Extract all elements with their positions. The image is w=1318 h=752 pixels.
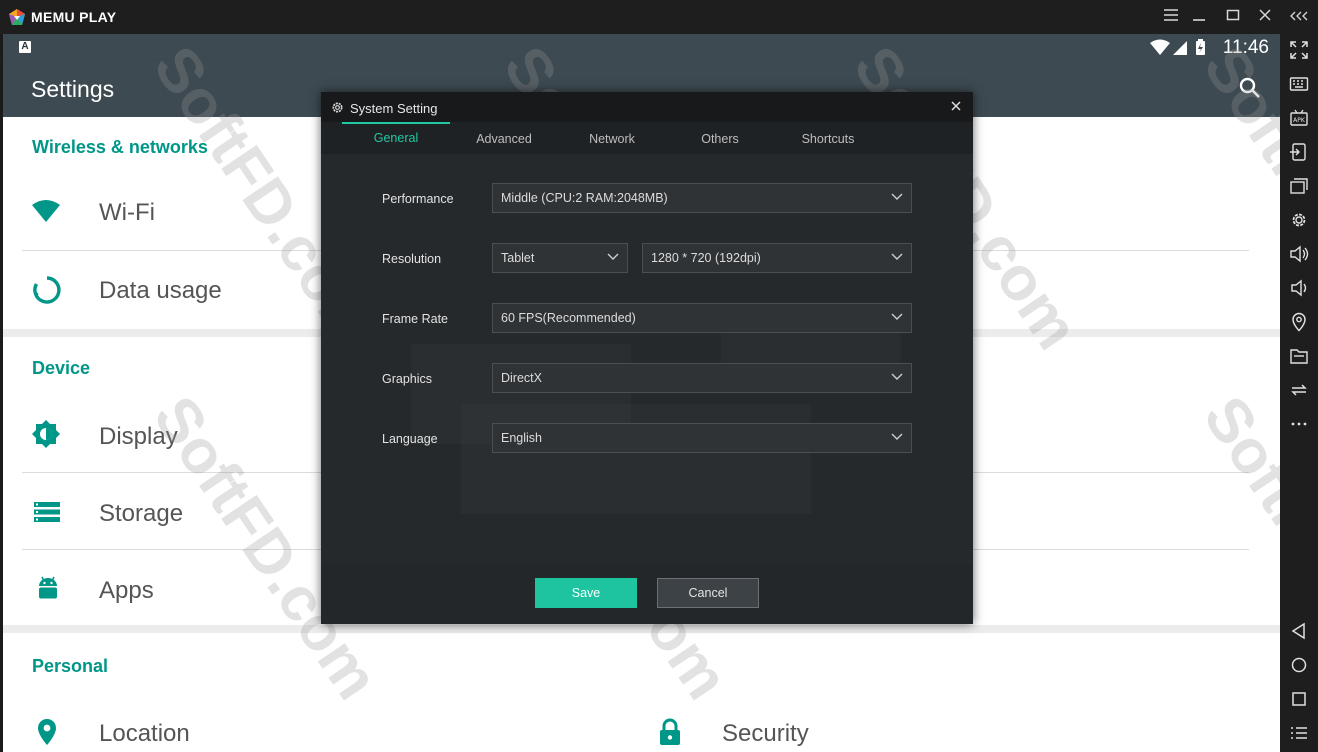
memu-emulator-window: MEMU PLAY A 11:46 Settings Wireless & ne… xyxy=(0,0,1318,752)
tab-network[interactable]: Network xyxy=(558,132,666,146)
wifi-icon xyxy=(32,200,60,222)
tab-advanced[interactable]: Advanced xyxy=(450,132,558,146)
dialog-title: System Setting xyxy=(350,101,438,116)
tab-others[interactable]: Others xyxy=(666,132,774,146)
storage-icon xyxy=(34,502,60,522)
settings-item-location[interactable]: Location xyxy=(99,720,190,748)
shared-folder-icon[interactable] xyxy=(1289,346,1309,366)
section-title-personal: Personal xyxy=(32,656,109,676)
frame-rate-label: Frame Rate xyxy=(382,312,448,326)
volume-down-icon[interactable] xyxy=(1289,278,1309,298)
section-title-wireless: Wireless & networks xyxy=(32,137,208,157)
svg-text:APK: APK xyxy=(1293,117,1306,124)
emulator-side-toolbar: APK xyxy=(1280,34,1318,752)
settings-item-display[interactable]: Display xyxy=(99,423,178,451)
settings-item-storage[interactable]: Storage xyxy=(99,500,183,528)
emulator-title-bar: MEMU PLAY xyxy=(0,0,1318,34)
chevron-down-icon xyxy=(891,253,903,260)
dialog-gear-icon xyxy=(332,102,343,113)
location-icon xyxy=(38,719,56,745)
graphics-select[interactable]: DirectX xyxy=(492,363,912,393)
multi-instance-icon[interactable] xyxy=(1289,176,1309,196)
resolution-select[interactable]: 1280 * 720 (192dpi) xyxy=(642,243,912,273)
collapse-icon[interactable] xyxy=(1289,6,1309,28)
close-icon[interactable] xyxy=(1255,6,1275,28)
lock-icon xyxy=(660,718,680,745)
language-label: Language xyxy=(382,432,438,446)
frame-rate-select[interactable]: 60 FPS(Recommended) xyxy=(492,303,912,333)
screen-record-icon[interactable] xyxy=(1289,142,1309,162)
performance-value: Middle (CPU:2 RAM:2048MB) xyxy=(501,191,668,205)
tab-general[interactable]: General xyxy=(342,131,450,145)
chevron-down-icon xyxy=(891,373,903,380)
resolution-value: 1280 * 720 (192dpi) xyxy=(651,251,761,265)
cancel-button[interactable]: Cancel xyxy=(657,578,759,608)
settings-item-data-usage[interactable]: Data usage xyxy=(99,277,222,305)
maximize-icon[interactable] xyxy=(1223,6,1243,28)
memu-logo-icon xyxy=(9,9,25,25)
brand-name: MEMU PLAY xyxy=(31,9,117,25)
android-apps-icon xyxy=(39,576,57,599)
settings-item-apps[interactable]: Apps xyxy=(99,577,154,605)
resolution-label: Resolution xyxy=(382,252,442,266)
android-home-icon[interactable] xyxy=(1289,655,1309,675)
dialog-footer: Save Cancel xyxy=(321,564,973,624)
location-pin-icon[interactable] xyxy=(1289,312,1309,332)
display-icon xyxy=(32,420,60,448)
menu-icon[interactable] xyxy=(1161,6,1181,28)
settings-item-wifi[interactable]: Wi-Fi xyxy=(99,199,155,227)
graphics-label: Graphics xyxy=(382,372,433,386)
android-back-icon[interactable] xyxy=(1289,621,1309,641)
language-select[interactable]: English xyxy=(492,423,912,453)
save-button[interactable]: Save xyxy=(535,578,637,608)
status-clock: 11:46 xyxy=(1222,37,1269,58)
apk-install-icon[interactable]: APK xyxy=(1289,108,1309,128)
volume-up-icon[interactable] xyxy=(1289,244,1309,264)
personal-card: Personal Location Security xyxy=(3,633,1280,752)
settings-item-security[interactable]: Security xyxy=(722,720,809,748)
chevron-down-icon xyxy=(891,193,903,200)
search-icon[interactable] xyxy=(1238,76,1262,100)
background-pattern xyxy=(461,404,811,514)
rotate-sync-icon[interactable] xyxy=(1289,380,1309,400)
notification-a-icon: A xyxy=(19,41,31,53)
active-tab-indicator xyxy=(342,122,450,124)
dialog-header: System Setting xyxy=(321,92,973,122)
minimize-icon[interactable] xyxy=(1189,6,1209,28)
system-setting-dialog: System Setting General Advanced Network … xyxy=(321,92,973,624)
keyboard-mapping-icon[interactable] xyxy=(1289,74,1309,94)
fullscreen-icon[interactable] xyxy=(1289,40,1309,60)
dialog-tabs: General Advanced Network Others Shortcut… xyxy=(321,122,973,154)
android-status-bar: A 11:46 xyxy=(3,34,1280,60)
chevron-down-icon xyxy=(891,433,903,440)
tab-shortcuts[interactable]: Shortcuts xyxy=(774,132,882,146)
more-options-icon[interactable] xyxy=(1289,414,1309,434)
app-list-icon[interactable] xyxy=(1289,723,1309,743)
data-usage-icon xyxy=(33,276,61,304)
performance-label: Performance xyxy=(382,192,454,206)
section-title-device: Device xyxy=(32,358,91,378)
settings-gear-icon[interactable] xyxy=(1289,210,1309,230)
language-value: English xyxy=(501,431,542,445)
frame-rate-value: 60 FPS(Recommended) xyxy=(501,311,636,325)
performance-select[interactable]: Middle (CPU:2 RAM:2048MB) xyxy=(492,183,912,213)
resolution-mode-value: Tablet xyxy=(501,251,535,265)
chevron-down-icon xyxy=(891,313,903,320)
dialog-close-icon[interactable] xyxy=(949,99,963,113)
graphics-value: DirectX xyxy=(501,371,542,385)
resolution-mode-select[interactable]: Tablet xyxy=(492,243,628,273)
page-title: Settings xyxy=(31,76,115,102)
chevron-down-icon xyxy=(607,253,619,260)
android-recents-icon[interactable] xyxy=(1289,689,1309,709)
status-signal-icons xyxy=(1150,39,1205,55)
dialog-body: Performance Middle (CPU:2 RAM:2048MB) Re… xyxy=(321,154,973,564)
